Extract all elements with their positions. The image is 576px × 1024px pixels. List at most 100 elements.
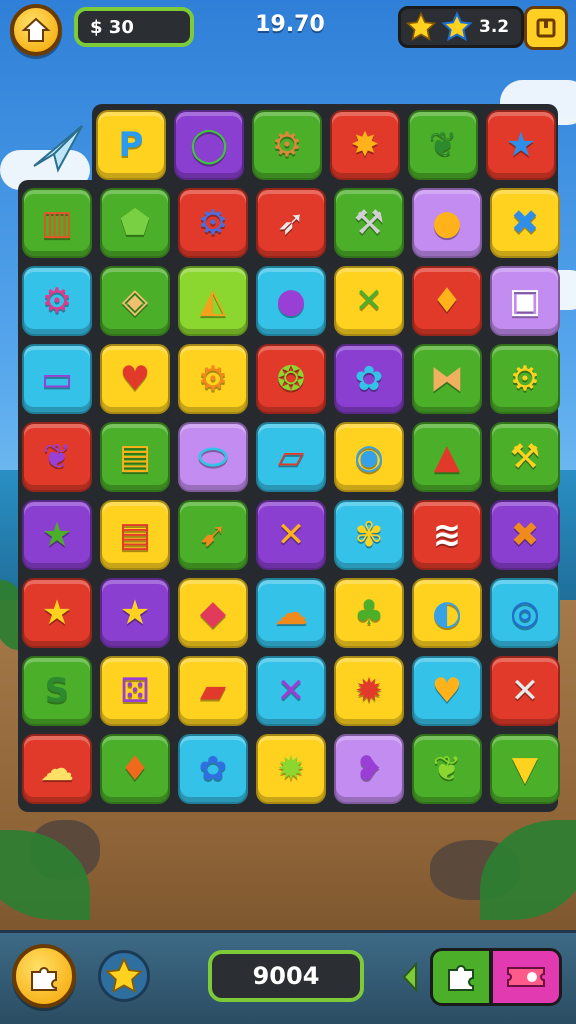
game-tile[interactable]: ★ <box>100 578 170 648</box>
game-tile[interactable]: ⚙ <box>490 344 560 414</box>
blob-icon: ✿ <box>354 359 384 399</box>
game-tile[interactable]: ➹ <box>178 500 248 570</box>
game-tile[interactable]: ▤ <box>100 422 170 492</box>
game-tile[interactable]: ★ <box>22 578 92 648</box>
game-tile[interactable]: ✕ <box>334 266 404 336</box>
star-bonus-button[interactable] <box>98 950 150 1002</box>
cloud-icon: ☁ <box>40 749 74 789</box>
game-tile[interactable]: ≋ <box>412 500 482 570</box>
game-tile[interactable]: ◉ <box>334 422 404 492</box>
game-tile[interactable]: ● <box>256 266 326 336</box>
game-tile[interactable]: ▱ <box>256 422 326 492</box>
game-tile[interactable]: ✾ <box>334 500 404 570</box>
game-tile[interactable]: ➶ <box>256 188 326 258</box>
game-tile[interactable]: ♦ <box>412 266 482 336</box>
cross-icon: ✖ <box>510 203 540 243</box>
game-tile[interactable]: ⬭ <box>178 422 248 492</box>
game-tile[interactable]: ⚙ <box>178 188 248 258</box>
game-tile[interactable]: ♥ <box>100 344 170 414</box>
game-tile[interactable]: ☁ <box>256 578 326 648</box>
game-tile[interactable]: ❦ <box>412 734 482 804</box>
swords-icon: ✕ <box>510 671 540 711</box>
game-tile[interactable]: ⧓ <box>412 344 482 414</box>
star-icon: ★ <box>119 593 151 633</box>
game-tile[interactable]: ✿ <box>334 344 404 414</box>
chat-icon: ❥ <box>354 749 384 789</box>
game-tile[interactable]: ❥ <box>334 734 404 804</box>
game-tile[interactable]: ⚄ <box>100 656 170 726</box>
puzzle-button[interactable] <box>12 944 76 1008</box>
game-tile[interactable]: ◯ <box>174 110 244 180</box>
brush-icon: ⚒ <box>353 203 385 243</box>
game-tile[interactable]: ⚙ <box>252 110 322 180</box>
star-icon <box>441 11 473 42</box>
game-tile[interactable]: ◎ <box>490 578 560 648</box>
game-tile[interactable]: ❂ <box>256 344 326 414</box>
home-button[interactable] <box>10 4 62 56</box>
heart-icon: ♥ <box>119 359 151 399</box>
gear-icon: ⚙ <box>41 281 73 321</box>
game-tile[interactable]: ▰ <box>178 656 248 726</box>
game-tile[interactable]: ♦ <box>100 734 170 804</box>
game-tile[interactable]: ⚒ <box>490 422 560 492</box>
game-tile[interactable]: ★ <box>22 500 92 570</box>
rocket-icon: ➶ <box>276 203 306 243</box>
flower-icon: ✿ <box>198 749 228 789</box>
folder-icon: ▰ <box>199 671 227 711</box>
book-icon: ▥ <box>40 203 74 243</box>
game-tile[interactable]: ♣ <box>334 578 404 648</box>
game-tile[interactable]: ▭ <box>22 344 92 414</box>
game-tile[interactable]: ⚙ <box>178 344 248 414</box>
game-tile[interactable]: ✕ <box>256 656 326 726</box>
snake-icon: S <box>44 671 70 711</box>
top-bar: $ 30 19.70 3.2 <box>0 0 576 58</box>
ticket-booster-button[interactable] <box>490 948 562 1006</box>
orange-ball-icon: ● <box>432 203 462 243</box>
booster-button[interactable] <box>430 948 492 1006</box>
heart-shield-icon: ♥ <box>431 671 463 711</box>
game-tile[interactable]: ✕ <box>256 500 326 570</box>
game-tile[interactable]: ⬟ <box>100 188 170 258</box>
game-tile[interactable]: ❦ <box>22 422 92 492</box>
candy-icon: ▭ <box>40 359 74 399</box>
bandage-icon: ✖ <box>510 515 540 555</box>
game-tile[interactable]: ▼ <box>490 734 560 804</box>
game-tile[interactable]: ♥ <box>412 656 482 726</box>
game-tile[interactable]: ◭ <box>178 266 248 336</box>
star-card-icon: ★ <box>41 515 73 555</box>
game-tile[interactable]: ● <box>412 188 482 258</box>
game-tile[interactable]: ▤ <box>100 500 170 570</box>
menu-button[interactable] <box>524 6 568 50</box>
puzzle-piece-icon <box>448 965 474 991</box>
game-tile[interactable]: ★ <box>486 110 556 180</box>
game-tile[interactable]: ❦ <box>408 110 478 180</box>
game-tile[interactable]: S <box>22 656 92 726</box>
game-tile[interactable]: ✖ <box>490 188 560 258</box>
game-tile[interactable]: ⚙ <box>22 266 92 336</box>
feather-icon: ❦ <box>42 437 72 477</box>
game-tile[interactable]: ☁ <box>22 734 92 804</box>
box-icon: ▤ <box>118 437 152 477</box>
bottom-score-display: 9004 <box>208 950 364 1002</box>
game-tile[interactable]: ◐ <box>412 578 482 648</box>
game-tile[interactable]: ⚒ <box>334 188 404 258</box>
game-tile[interactable]: ✖ <box>490 500 560 570</box>
game-tile[interactable]: ✹ <box>334 656 404 726</box>
game-tile[interactable]: P <box>96 110 166 180</box>
game-tile[interactable]: ✸ <box>330 110 400 180</box>
game-tile[interactable]: ▥ <box>22 188 92 258</box>
game-tile[interactable]: ▲ <box>412 422 482 492</box>
game-tile[interactable]: ▣ <box>490 266 560 336</box>
game-tile[interactable]: ✕ <box>490 656 560 726</box>
game-tile[interactable]: ◈ <box>100 266 170 336</box>
star-icon: ★ <box>41 593 73 633</box>
paper-plane-icon <box>33 125 83 173</box>
carrot-icon: ♦ <box>119 749 151 789</box>
game-tile[interactable]: ◆ <box>178 578 248 648</box>
game-tile[interactable]: ✿ <box>178 734 248 804</box>
game-tile[interactable]: ✹ <box>256 734 326 804</box>
home-icon <box>21 17 51 42</box>
frame-icon: ▱ <box>277 437 305 477</box>
clover-icon: ♣ <box>353 593 385 633</box>
arrow-left-icon[interactable] <box>400 962 420 992</box>
